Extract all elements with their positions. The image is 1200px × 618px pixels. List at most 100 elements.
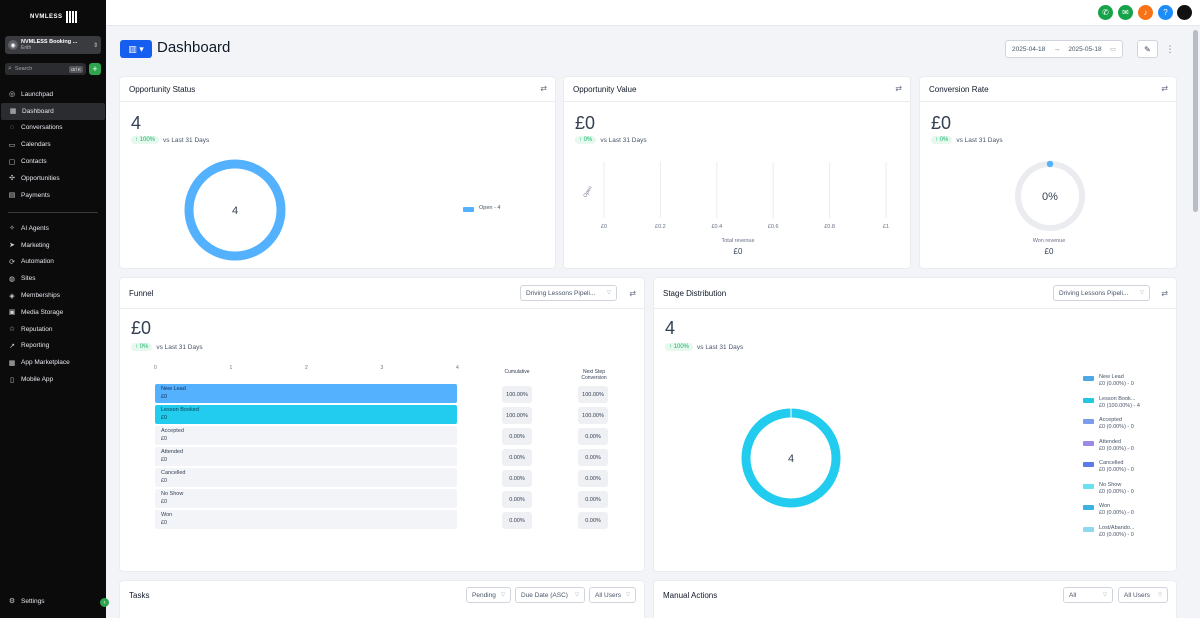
sidebar-item-memberships[interactable]: ◈ Memberships	[0, 287, 106, 304]
funnel-stage-name: Attended	[161, 449, 184, 455]
gear-icon: ⚙	[8, 598, 16, 605]
card-title: Conversion Rate	[929, 85, 989, 94]
funnel-stage-amount: £0	[161, 520, 168, 526]
sidebar-item-launchpad[interactable]: ◎ Launchpad	[0, 86, 106, 103]
stage-legend-item[interactable]: New Lead £0 (0.00%) - 0	[1083, 374, 1134, 388]
collapse-sidebar-icon[interactable]: ‹	[100, 598, 109, 607]
funnel-bar[interactable]: Lesson Booked £0	[155, 405, 457, 424]
sidebar-item-mobile-app[interactable]: ▯ Mobile App	[0, 371, 106, 388]
funnel-stage-name: Won	[161, 512, 173, 518]
stage-legend-item[interactable]: Attended £0 (0.00%) - 0	[1083, 439, 1134, 453]
sidebar-item-dashboard[interactable]: ▦ Dashboard	[1, 102, 105, 120]
funnel-stage-amount: £0	[161, 394, 168, 400]
legend-stage-detail: £0 (0.00%) - 0	[1099, 424, 1134, 430]
legend-stage-name: Attended	[1099, 438, 1122, 445]
sidebar-item-opportunities[interactable]: ✣ Opportunities	[0, 170, 106, 187]
next-step-value: 0.00%	[578, 491, 608, 508]
scrollbar-thumb[interactable]	[1193, 30, 1198, 212]
stage-legend-item[interactable]: Cancelled £0 (0.00%) - 0	[1083, 460, 1134, 474]
quick-add-button[interactable]: +	[89, 63, 101, 75]
legend-stage-detail: £0 (100.00%) - 4	[1099, 402, 1140, 409]
sidebar-item-label: Automation	[21, 258, 54, 266]
stage-legend-item[interactable]: No Show £0 (0.00%) - 0	[1083, 482, 1134, 496]
page-scrollbar[interactable]	[1193, 26, 1198, 618]
swap-icon[interactable]: ⇄	[1161, 289, 1168, 298]
sidebar-item-label: Launchpad	[21, 90, 54, 98]
sidebar-item-settings[interactable]: ⚙ Settings	[8, 597, 45, 606]
date-range-picker[interactable]: 2025-04-18 → 2025-05-18 ▭	[1005, 40, 1123, 58]
legend-stage-detail: £0 (0.00%) - 0	[1099, 381, 1134, 387]
help-icon[interactable]: ?	[1158, 5, 1173, 20]
sidebar-item-app-marketplace[interactable]: ▦ App Marketplace	[0, 354, 106, 371]
funnel-bar[interactable]: Cancelled £0	[155, 468, 457, 487]
manual-actions-type-filter[interactable]: All ▽	[1063, 587, 1113, 603]
swap-icon[interactable]: ⇄	[895, 84, 902, 93]
funnel-bar[interactable]: No Show £0	[155, 489, 457, 508]
edit-dashboard-button[interactable]: ✎	[1137, 40, 1158, 58]
x-tick-label: £1	[883, 224, 889, 230]
tasks-sort-filter[interactable]: Due Date (ASC) ▽	[515, 587, 585, 603]
rocket-icon: ◎	[8, 91, 16, 99]
sidebar-item-calendars[interactable]: ▭ Calendars	[0, 136, 106, 153]
swap-icon[interactable]: ⇄	[1161, 84, 1168, 93]
sidebar-item-label: Media Storage	[21, 308, 64, 316]
avatar[interactable]	[1177, 5, 1192, 20]
phone-icon[interactable]: ✆	[1098, 5, 1113, 20]
stage-legend-item[interactable]: Lost/Abando... £0 (0.00%) - 0	[1083, 525, 1134, 539]
tasks-users-filter[interactable]: All Users ▽	[589, 587, 636, 603]
cumulative-value: 0.00%	[502, 470, 532, 487]
sidebar-item-reporting[interactable]: ↗ Reporting	[0, 338, 106, 355]
x-tick-label: £0.4	[711, 224, 722, 230]
funnel-stage-amount: £0	[161, 457, 168, 463]
swap-icon[interactable]: ⇄	[540, 84, 547, 93]
stage-legend-item[interactable]: Accepted £0 (0.00%) - 0	[1083, 417, 1134, 431]
opportunity-value-amount: £0	[575, 113, 596, 133]
stage-legend-item[interactable]: Lesson Book... £0 (100.00%) - 4	[1083, 396, 1140, 410]
legend-item-open[interactable]: Open - 4	[463, 205, 500, 212]
bell-icon[interactable]: ♪	[1138, 5, 1153, 20]
chevron-down-icon: ▽	[575, 592, 579, 598]
search-placeholder: Search	[14, 66, 33, 72]
legend-swatch	[1083, 419, 1094, 424]
dashboard-switcher-button[interactable]: ▥ ▾	[120, 40, 152, 58]
cumulative-value: 0.00%	[502, 491, 532, 508]
funnel-pipeline-select[interactable]: Driving Lessons Pipeli... ▽	[520, 285, 617, 301]
won-revenue-label: Won revenue	[1032, 238, 1066, 244]
stage-legend-item[interactable]: Won £0 (0.00%) - 0	[1083, 503, 1134, 517]
swap-icon[interactable]: ⇄	[629, 289, 636, 298]
sidebar-item-marketing[interactable]: ➤ Marketing	[0, 237, 106, 254]
conversion-rate-delta: ↑ 0% vs Last 31 Days	[931, 136, 1003, 144]
account-switcher[interactable]: ◉ NVMLESS Booking ... Erith ⇕	[5, 36, 101, 54]
sidebar-item-reputation[interactable]: ☆ Reputation	[0, 321, 106, 338]
account-location: Erith	[21, 45, 32, 51]
sidebar-item-conversations[interactable]: ◌ Conversations	[0, 120, 106, 137]
sidebar-search-input[interactable]: ⌕ Search ctrl K	[5, 63, 86, 75]
sidebar-item-ai-agents[interactable]: ✧ AI Agents	[0, 220, 106, 237]
megaphone-icon[interactable]: ✉	[1118, 5, 1133, 20]
search-icon: ⌕	[8, 65, 12, 72]
manual-actions-users-filter[interactable]: All Users ▽	[1118, 587, 1168, 603]
funnel-bar[interactable]: New Lead £0	[155, 384, 457, 403]
legend-stage-name: Won	[1099, 503, 1111, 509]
funnel-bar[interactable]: Accepted £0	[155, 426, 457, 445]
brand-logo[interactable]: NVMLESS	[30, 10, 77, 24]
next-step-value: 100.00%	[578, 386, 608, 403]
page-title: Dashboard	[157, 39, 231, 56]
more-options-icon[interactable]: ⋮	[1165, 40, 1175, 58]
sidebar-item-sites[interactable]: ◍ Sites	[0, 270, 106, 287]
sidebar-item-contacts[interactable]: ▢ Contacts	[0, 153, 106, 170]
funnel-axis-tick: 3	[380, 365, 384, 371]
legend-stage-name: Lost/Abando...	[1099, 524, 1135, 531]
chevron-down-icon: ▽	[607, 290, 611, 296]
logo-bars	[65, 11, 77, 23]
funnel-bar[interactable]: Won £0	[155, 510, 457, 529]
sidebar-item-automation[interactable]: ⟳ Automation	[0, 254, 106, 271]
tasks-card: Tasks Pending ▽ Due Date (ASC) ▽ All Users…	[119, 580, 645, 618]
delta-badge: ↑ 100%	[131, 136, 160, 144]
tasks-status-filter[interactable]: Pending ▽	[466, 587, 511, 603]
apps-icon: ▦	[8, 359, 16, 367]
stage-pipeline-select[interactable]: Driving Lessons Pipeli... ▽	[1053, 285, 1150, 301]
funnel-bar[interactable]: Attended £0	[155, 447, 457, 466]
sidebar-item-payments[interactable]: ▤ Payments	[0, 187, 106, 204]
sidebar-item-media-storage[interactable]: ▣ Media Storage	[0, 304, 106, 321]
